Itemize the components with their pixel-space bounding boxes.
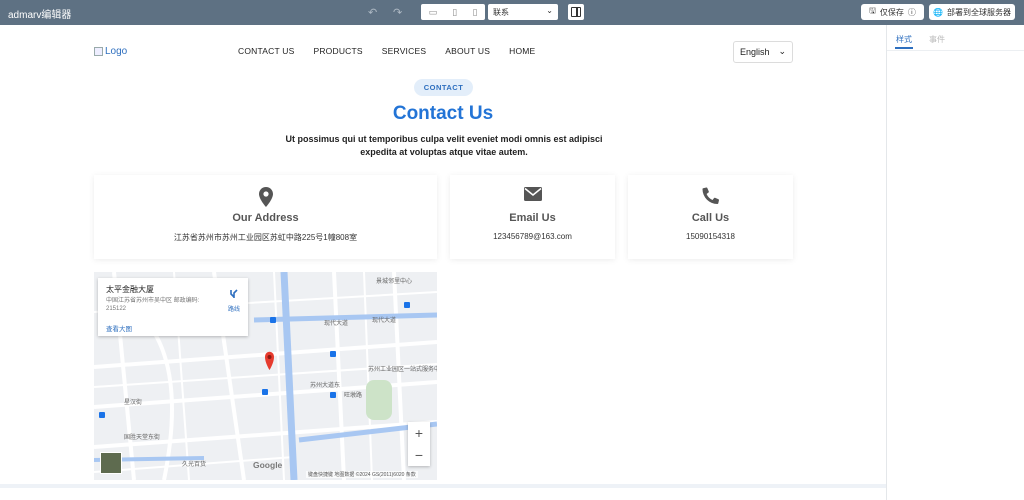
info-icon: ⓘ [907,7,916,17]
map-road-label: 旺墩路 [344,393,363,399]
card-title: Our Address [232,212,299,224]
undo-icon[interactable]: ↶ [368,6,377,19]
page-select-value: 联系 [493,8,509,17]
directions-label: 路线 [227,307,240,313]
tab-style[interactable]: 样式 [896,34,912,45]
site-logo[interactable]: Logo [94,46,127,57]
page-select[interactable]: 联系 ⌄ [488,4,558,20]
section-divider [0,484,886,488]
panel-divider [887,50,1024,51]
broken-image-icon [94,47,103,56]
map-poi-label: 苏州工业园区一站式服务中心 [368,367,437,373]
zoom-out-button[interactable]: − [408,444,430,466]
tablet-icon[interactable]: ▯ [452,7,457,18]
map-road-label: 星汉街 [124,400,143,406]
nav-services[interactable]: SERVICES [382,46,426,56]
map-place-card: 太平金融大厦 中国江苏省苏州市吴中区 邮政编码: 215122 查看大图 路线 [98,278,248,336]
panel-toggle-button[interactable] [568,4,584,20]
nav-products[interactable]: PRODUCTS [313,46,362,56]
card-text: 15090154318 [686,232,735,241]
app-title: admarv编辑器 [8,10,72,21]
map-road-label: 现代大道 [372,318,397,324]
directions-button[interactable]: 路线 [224,286,244,313]
nav-contact-us[interactable]: CONTACT US [238,46,294,56]
desktop-icon[interactable]: ▭ [429,7,438,18]
chevron-down-icon: ⌄ [546,6,553,15]
active-tab-indicator [895,47,913,49]
map-poi-label: 景城邻里中心 [376,279,413,285]
card-text: 江苏省苏州市苏州工业园区苏虹中路225号1幢808室 [173,233,358,242]
editor-toolbar: admarv编辑器 ↶ ↷ ▭ ▯ ▯ 联系 ⌄ 🖫 仅保存 ⓘ 🌐 部署到全球… [0,0,1024,25]
map-poi-label: 久光百货 [182,462,207,468]
card-title: Call Us [691,212,730,224]
site-header: Logo CONTACT US PRODUCTS SERVICES ABOUT … [0,25,886,75]
deploy-button[interactable]: 🌐 部署到全球服务器 [929,4,1015,20]
device-switcher: ▭ ▯ ▯ [421,4,485,20]
address-card: Our Address 江苏省苏州市苏州工业园区苏虹中路225号1幢808室 [94,175,437,259]
save-label: 仅保存 [879,7,904,17]
logo-alt-text: Logo [105,46,128,57]
section-badge: CONTACT [414,79,473,96]
satellite-toggle[interactable] [100,452,122,474]
mobile-icon[interactable]: ▯ [472,7,477,18]
view-larger-map-link[interactable]: 查看大图 [106,323,132,333]
map-pin-icon [258,187,273,207]
globe-icon: 🌐 [933,7,943,17]
map-attribution: 键盘快捷键 地图数据 ©2024 GS(2011)6020 条款 [306,471,418,478]
card-text: 123456789@163.com [493,232,572,241]
map-zoom-control: + − [408,422,430,466]
nav-about-us[interactable]: ABOUT US [445,46,490,56]
directions-icon [230,289,238,298]
redo-icon[interactable]: ↷ [393,6,402,19]
embedded-map[interactable]: 现代大道 现代大道 苏州大道东 星汉街 苏州工业园区一站式服务中心 景城邻里中心… [94,272,437,480]
language-select[interactable]: English ⌄ [733,41,793,63]
page-subtitle: Ut possimus qui ut temporibus culpa veli… [285,134,603,157]
call-card: Call Us 15090154318 [628,175,793,259]
map-road-label: 国胜天堂东街 [124,435,161,441]
place-address: 中国江苏省苏州市吴中区 邮政编码: 215122 [106,298,200,312]
place-title: 太平金融大厦 [106,285,154,294]
phone-icon [702,187,719,204]
chevron-down-icon: ⌄ [778,46,786,56]
envelope-icon [523,187,542,201]
zoom-in-button[interactable]: + [408,422,430,444]
card-title: Email Us [509,212,556,224]
map-road-label: 苏州大道东 [310,383,341,389]
save-icon: 🖫 [869,6,876,15]
deploy-label: 部署到全球服务器 [946,7,1011,17]
email-card: Email Us 123456789@163.com [450,175,615,259]
map-road-label: 现代大道 [324,321,349,327]
google-logo: Google [253,460,283,470]
save-button[interactable]: 🖫 仅保存 ⓘ [861,4,924,20]
main-nav: CONTACT US PRODUCTS SERVICES ABOUT US HO… [238,46,535,56]
tab-events[interactable]: 事件 [929,34,945,45]
properties-panel: 样式 事件 [886,25,1024,500]
page-title: Contact Us [392,103,494,124]
nav-home[interactable]: HOME [509,46,535,56]
language-value: English [740,47,770,57]
